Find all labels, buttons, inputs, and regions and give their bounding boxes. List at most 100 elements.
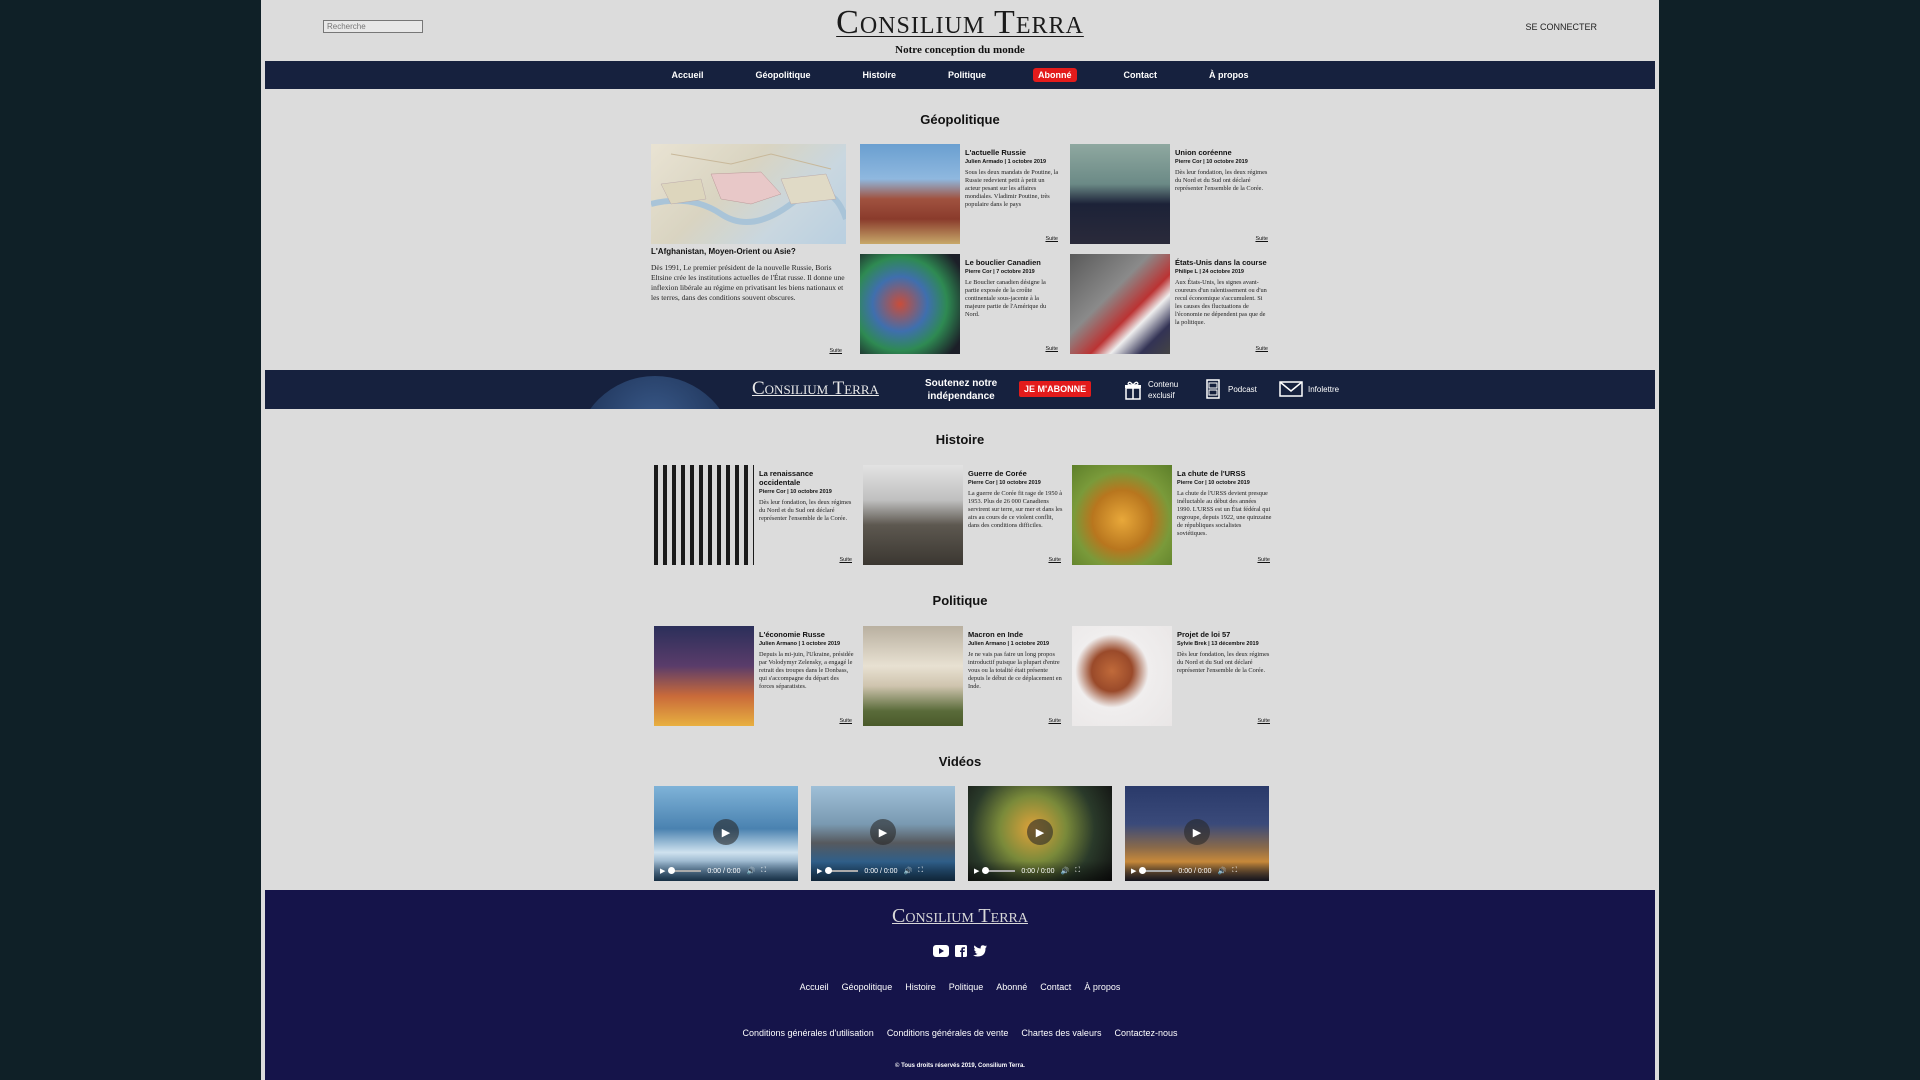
play-icon[interactable]: ▶ [817, 867, 822, 875]
article-title[interactable]: Guerre de Corée [968, 469, 1063, 478]
article-card[interactable]: Macron en Inde Julien Armano | 1 octobre… [863, 626, 1063, 726]
seek-bar[interactable] [668, 867, 702, 874]
nav-accueil[interactable]: Accueil [666, 68, 708, 82]
nav-contact[interactable]: Contact [1119, 68, 1163, 82]
play-overlay-icon[interactable]: ▶ [1027, 819, 1053, 845]
play-icon[interactable]: ▶ [1131, 867, 1136, 875]
play-overlay-icon[interactable]: ▶ [870, 819, 896, 845]
article-more-link[interactable]: Suite [1255, 346, 1268, 352]
footer-nav-contact[interactable]: Contact [1040, 982, 1071, 992]
fullscreen-icon[interactable]: ⛶ [761, 867, 766, 875]
footer-logo[interactable]: Consilium Terra [265, 905, 1655, 928]
play-overlay-icon[interactable]: ▶ [1184, 819, 1210, 845]
footer-nav-politique[interactable]: Politique [949, 982, 984, 992]
podcast-link[interactable]: Podcast [1203, 379, 1257, 399]
nav-abonne[interactable]: Abonné [1033, 68, 1077, 82]
site-logo[interactable]: Consilium Terra [261, 4, 1659, 42]
subscribe-button[interactable]: JE M'ABONNE [1019, 381, 1092, 397]
article-card[interactable]: La chute de l'URSS Pierre Cor | 10 octob… [1072, 465, 1272, 565]
footer-terms-of-sale[interactable]: Conditions générales de vente [887, 1028, 1009, 1038]
site-tagline: Notre conception du monde [895, 44, 1025, 56]
article-more-link[interactable]: Suite [839, 718, 852, 724]
article-card[interactable]: Projet de loi 57 Sylvie Brek | 13 décemb… [1072, 626, 1272, 726]
facebook-icon[interactable] [955, 945, 967, 957]
article-meta: Julien Armado | 1 octobre 2019 [965, 159, 1047, 165]
play-icon[interactable]: ▶ [660, 867, 665, 875]
article-more-link[interactable]: Suite [1045, 346, 1058, 352]
seek-bar[interactable] [1139, 867, 1173, 874]
featured-article[interactable]: L'Afghanistan, Moyen-Orient ou Asie? Dès… [651, 144, 846, 354]
article-title[interactable]: Macron en Inde [968, 630, 1063, 639]
nav-geopolitique[interactable]: Géopolitique [751, 68, 816, 82]
seek-bar[interactable] [982, 867, 1016, 874]
fullscreen-icon[interactable]: ⛶ [1232, 867, 1237, 875]
video-time: 0:00 / 0:00 [1021, 867, 1055, 875]
nav-a-propos[interactable]: À propos [1204, 68, 1254, 82]
article-card[interactable]: La renaissance occidentale Pierre Cor | … [654, 465, 854, 565]
footer-nav-abonne[interactable]: Abonné [996, 982, 1027, 992]
newsletter-link[interactable]: Infolettre [1279, 379, 1339, 399]
banner-logo[interactable]: Consilium Terra [752, 378, 879, 400]
article-more-link[interactable]: Suite [1257, 557, 1270, 563]
article-title[interactable]: États-Unis dans la course [1175, 258, 1270, 267]
youtube-icon[interactable] [933, 945, 949, 957]
play-overlay-icon[interactable]: ▶ [713, 819, 739, 845]
footer-contact-us[interactable]: Contactez-nous [1114, 1028, 1177, 1038]
article-desc: La chute de l'URSS devient presque inélu… [1177, 490, 1272, 537]
article-title[interactable]: Union coréenne [1175, 148, 1270, 157]
volume-icon[interactable]: 🔊 [903, 867, 912, 875]
article-more-link[interactable]: Suite [839, 557, 852, 563]
login-link[interactable]: SE CONNECTER [1525, 22, 1597, 32]
article-title[interactable]: Projet de loi 57 [1177, 630, 1272, 639]
section-title-videos: Vidéos [938, 754, 982, 769]
article-card[interactable]: Le bouclier Canadien Pierre Cor | 7 octo… [860, 254, 1060, 354]
article-more-link[interactable]: Suite [1045, 236, 1058, 242]
volume-icon[interactable]: 🔊 [1060, 867, 1069, 875]
video-player[interactable]: ▶ ▶ 0:00 / 0:00 🔊 ⛶ [1125, 786, 1269, 881]
featured-more-link[interactable]: Suite [829, 348, 842, 354]
article-card[interactable]: L'économie Russe Julien Armano | 1 octob… [654, 626, 854, 726]
article-more-link[interactable]: Suite [1048, 557, 1061, 563]
article-image [1070, 144, 1170, 244]
footer-nav-histoire[interactable]: Histoire [905, 982, 936, 992]
article-more-link[interactable]: Suite [1048, 718, 1061, 724]
nav-politique[interactable]: Politique [943, 68, 991, 82]
footer-nav-accueil[interactable]: Accueil [800, 982, 829, 992]
twitter-icon[interactable] [973, 945, 987, 957]
nav-histoire[interactable]: Histoire [858, 68, 902, 82]
footer-nav-a-propos[interactable]: À propos [1084, 982, 1120, 992]
article-title[interactable]: La chute de l'URSS [1177, 469, 1272, 478]
volume-icon[interactable]: 🔊 [1217, 867, 1226, 875]
gift-icon [1125, 381, 1141, 400]
film-icon [1206, 379, 1220, 399]
article-title[interactable]: Le bouclier Canadien [965, 258, 1060, 267]
footer-values-charter[interactable]: Chartes des valeurs [1021, 1028, 1101, 1038]
footer-terms-of-use[interactable]: Conditions générales d'utilisation [743, 1028, 874, 1038]
seek-bar[interactable] [825, 867, 859, 874]
fullscreen-icon[interactable]: ⛶ [1075, 867, 1080, 875]
video-player[interactable]: ▶ ▶ 0:00 / 0:00 🔊 ⛶ [811, 786, 955, 881]
play-icon[interactable]: ▶ [974, 867, 979, 875]
article-card[interactable]: Guerre de Corée Pierre Cor | 10 octobre … [863, 465, 1063, 565]
article-title[interactable]: L'actuelle Russie [965, 148, 1060, 157]
video-player[interactable]: ▶ ▶ 0:00 / 0:00 🔊 ⛶ [654, 786, 798, 881]
article-title[interactable]: L'économie Russe [759, 630, 854, 639]
fullscreen-icon[interactable]: ⛶ [918, 867, 923, 875]
article-card[interactable]: États-Unis dans la course Philipe L | 24… [1070, 254, 1270, 354]
article-meta: Pierre Cor | 10 octobre 2019 [759, 489, 832, 495]
article-image [860, 144, 960, 244]
footer-nav-geopolitique[interactable]: Géopolitique [842, 982, 893, 992]
exclusive-content-link[interactable]: Contenu exclusif [1123, 379, 1178, 401]
volume-icon[interactable]: 🔊 [746, 867, 755, 875]
article-more-link[interactable]: Suite [1255, 236, 1268, 242]
article-card[interactable]: Union coréenne Pierre Cor | 10 octobre 2… [1070, 144, 1270, 244]
article-card[interactable]: L'actuelle Russie Julien Armado | 1 octo… [860, 144, 1060, 244]
featured-title[interactable]: L'Afghanistan, Moyen-Orient ou Asie? [651, 247, 846, 256]
article-more-link[interactable]: Suite [1257, 718, 1270, 724]
banner-support-text: Soutenez notre indépendance [925, 377, 997, 403]
main-nav: Accueil Géopolitique Histoire Politique … [265, 61, 1655, 89]
article-title[interactable]: La renaissance occidentale [759, 469, 854, 487]
video-player[interactable]: ▶ ▶ 0:00 / 0:00 🔊 ⛶ [968, 786, 1112, 881]
globe-decoration [575, 376, 735, 409]
article-desc: Le Bouclier canadien désigne la partie e… [965, 279, 1047, 318]
